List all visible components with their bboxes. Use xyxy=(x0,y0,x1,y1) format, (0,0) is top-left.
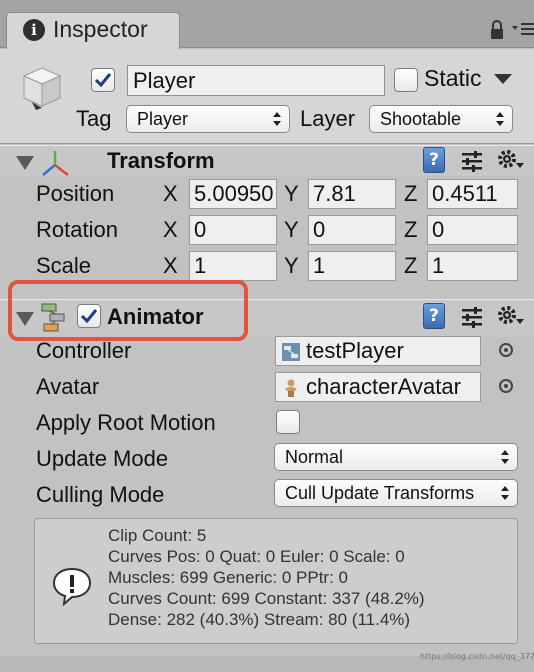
rotation-z-field[interactable]: 0 xyxy=(427,215,518,245)
transform-title: Transform xyxy=(107,148,215,173)
preset-icon[interactable] xyxy=(461,150,483,172)
tag-label: Tag xyxy=(76,106,112,131)
axis-z-label: Z xyxy=(404,181,418,206)
help-icon[interactable]: ? xyxy=(423,147,445,173)
axis-x-label: X xyxy=(163,181,178,206)
update-mode-dropdown[interactable]: Normal xyxy=(274,443,518,471)
rotation-label: Rotation xyxy=(36,217,118,242)
axis-y-label: Y xyxy=(284,181,299,206)
transform-axes-icon xyxy=(40,149,70,179)
scale-z-field[interactable]: 1 xyxy=(427,251,518,281)
object-picker-icon[interactable] xyxy=(499,343,513,357)
axis-x-label: X xyxy=(163,253,178,278)
apply-root-motion-label: Apply Root Motion xyxy=(36,410,216,435)
lock-icon[interactable] xyxy=(489,20,505,40)
avatar-label: Avatar xyxy=(36,374,100,399)
info-icon: i xyxy=(23,19,45,41)
rotation-x-field[interactable]: 0 xyxy=(189,215,277,245)
gameobject-cube-icon xyxy=(18,62,66,112)
culling-mode-dropdown[interactable]: Cull Update Transforms xyxy=(274,479,518,507)
tag-value: Player xyxy=(137,109,189,129)
controller-value: testPlayer xyxy=(306,338,404,363)
axis-y-label: Y xyxy=(284,217,299,242)
scale-y-field[interactable]: 1 xyxy=(308,251,396,281)
position-z-field[interactable]: 0.4511 xyxy=(427,179,518,209)
axis-x-label: X xyxy=(163,217,178,242)
info-curves-count: Curves Count: 699 Constant: 337 (48.2%) xyxy=(108,589,425,608)
axis-z-label: Z xyxy=(404,217,418,242)
scale-x-field[interactable]: 1 xyxy=(189,251,277,281)
info-muscles: Muscles: 699 Generic: 0 PPtr: 0 xyxy=(108,568,348,587)
updown-arrows-icon xyxy=(501,486,509,500)
watermark: https://blog.csdn.net/qq_37799071 xyxy=(420,652,534,661)
layer-value: Shootable xyxy=(380,109,462,129)
object-picker-icon[interactable] xyxy=(499,379,513,393)
controller-label: Controller xyxy=(36,338,132,363)
static-label: Static xyxy=(424,65,482,91)
position-x-field[interactable]: 5.00950 xyxy=(189,179,277,209)
static-dropdown-arrow-icon[interactable] xyxy=(494,74,512,84)
transform-foldout-icon[interactable] xyxy=(16,156,34,170)
tag-dropdown[interactable]: Player xyxy=(126,105,290,133)
culling-mode-label: Culling Mode xyxy=(36,482,165,507)
avatar-field[interactable]: characterAvatar xyxy=(275,372,481,402)
tab-title: Inspector xyxy=(53,16,148,42)
axis-z-label: Z xyxy=(404,253,418,278)
layer-label: Layer xyxy=(300,106,356,131)
scale-label: Scale xyxy=(36,253,92,278)
preset-icon[interactable] xyxy=(461,306,483,328)
culling-mode-value: Cull Update Transforms xyxy=(285,483,475,503)
updown-arrows-icon xyxy=(501,450,509,464)
name-field[interactable]: Player xyxy=(127,65,385,96)
info-curves-pos: Curves Pos: 0 Quat: 0 Euler: 0 Scale: 0 xyxy=(108,547,405,566)
tab-inspector[interactable]: i Inspector xyxy=(6,12,180,49)
info-speech-icon xyxy=(52,566,92,607)
update-mode-value: Normal xyxy=(285,447,344,467)
update-mode-label: Update Mode xyxy=(36,446,169,471)
gear-icon[interactable] xyxy=(496,303,524,329)
static-checkbox[interactable] xyxy=(394,68,418,92)
gear-icon[interactable] xyxy=(496,147,524,173)
animator-controller-icon xyxy=(282,343,300,361)
avatar-value: characterAvatar xyxy=(306,374,461,399)
position-y-field[interactable]: 7.81 xyxy=(308,179,396,209)
apply-root-motion-checkbox[interactable] xyxy=(276,410,300,434)
info-dense: Dense: 282 (40.3%) Stream: 80 (11.4%) xyxy=(108,610,411,629)
tab-menu-icon[interactable] xyxy=(512,20,534,40)
updown-arrows-icon xyxy=(273,112,281,126)
axis-y-label: Y xyxy=(284,253,299,278)
avatar-icon xyxy=(285,379,297,397)
updown-arrows-icon xyxy=(496,112,504,126)
highlight-annotation xyxy=(8,280,248,341)
active-checkbox[interactable] xyxy=(91,68,115,92)
info-clip-count: Clip Count: 5 xyxy=(108,526,207,545)
controller-field[interactable]: testPlayer xyxy=(275,336,481,366)
position-label: Position xyxy=(36,181,115,206)
help-icon[interactable]: ? xyxy=(423,303,445,329)
layer-dropdown[interactable]: Shootable xyxy=(369,105,513,133)
rotation-y-field[interactable]: 0 xyxy=(308,215,396,245)
